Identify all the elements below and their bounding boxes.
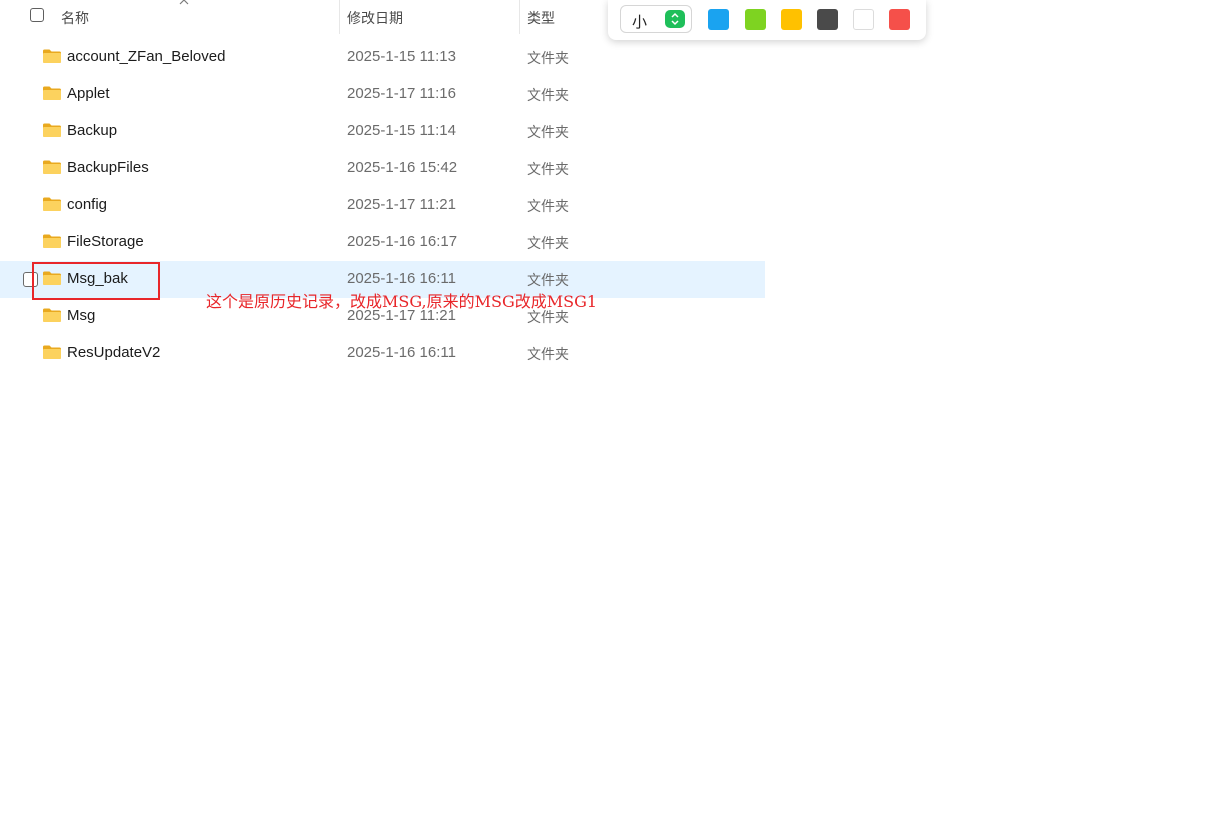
folder-icon	[43, 345, 61, 359]
file-row[interactable]: account_ZFan_Beloved 2025-1-15 11:13 文件夹	[0, 39, 765, 76]
file-row[interactable]: config 2025-1-17 11:21 文件夹	[0, 187, 765, 224]
file-type: 文件夹	[527, 198, 569, 214]
file-date: 2025-1-16 16:17	[347, 233, 458, 250]
file-name[interactable]: config	[67, 196, 107, 213]
annotation-text: 这个是原历史记录，改成MSG,原来的MSG改成MSG1	[206, 292, 598, 311]
folder-icon	[43, 123, 61, 137]
column-header-type[interactable]: 类型	[527, 8, 555, 28]
color-swatch[interactable]	[708, 9, 729, 30]
file-name[interactable]: BackupFiles	[67, 159, 149, 176]
file-name[interactable]: FileStorage	[67, 233, 144, 250]
folder-icon	[43, 49, 61, 63]
color-swatch[interactable]	[745, 9, 766, 30]
file-type: 文件夹	[527, 124, 569, 140]
file-date: 2025-1-15 11:13	[347, 48, 456, 65]
column-divider[interactable]	[519, 0, 520, 34]
annotation-toolbar: 小	[608, 0, 926, 40]
color-swatch[interactable]	[817, 9, 838, 30]
file-date: 2025-1-16 16:11	[347, 344, 456, 361]
file-type: 文件夹	[527, 346, 569, 362]
folder-icon	[43, 234, 61, 248]
column-header-name[interactable]: 名称	[61, 8, 89, 28]
color-swatch[interactable]	[889, 9, 910, 30]
file-date: 2025-1-17 11:16	[347, 85, 456, 102]
file-date: 2025-1-17 11:21	[347, 196, 456, 213]
file-type: 文件夹	[527, 161, 569, 177]
file-date: 2025-1-16 15:42	[347, 159, 458, 176]
file-row[interactable]: Applet 2025-1-17 11:16 文件夹	[0, 76, 765, 113]
file-date: 2025-1-16 16:11	[347, 270, 456, 287]
file-row[interactable]: ResUpdateV2 2025-1-16 16:11 文件夹	[0, 335, 765, 372]
file-name[interactable]: account_ZFan_Beloved	[67, 48, 225, 65]
file-name[interactable]: Backup	[67, 122, 117, 139]
font-size-label: 小	[632, 14, 648, 31]
file-row[interactable]: BackupFiles 2025-1-16 15:42 文件夹	[0, 150, 765, 187]
file-row[interactable]: Backup 2025-1-15 11:14 文件夹	[0, 113, 765, 150]
file-type: 文件夹	[527, 235, 569, 251]
folder-icon	[43, 86, 61, 100]
color-swatch[interactable]	[853, 9, 874, 30]
folder-icon	[43, 197, 61, 211]
column-header-date[interactable]: 修改日期	[347, 8, 403, 28]
file-type: 文件夹	[527, 272, 569, 288]
file-type: 文件夹	[527, 87, 569, 103]
file-row[interactable]: FileStorage 2025-1-16 16:17 文件夹	[0, 224, 765, 261]
file-list: account_ZFan_Beloved 2025-1-15 11:13 文件夹 Ap…	[0, 39, 765, 372]
font-size-select[interactable]: 小	[620, 5, 692, 33]
file-name[interactable]: Msg	[67, 307, 95, 324]
column-divider[interactable]	[339, 0, 340, 34]
file-name[interactable]: Applet	[67, 85, 110, 102]
annotation-box	[32, 262, 160, 300]
color-swatch[interactable]	[781, 9, 802, 30]
sort-up-icon	[179, 0, 189, 5]
folder-icon	[43, 160, 61, 174]
file-date: 2025-1-15 11:14	[347, 122, 456, 139]
updown-icon[interactable]	[665, 10, 685, 28]
select-all-checkbox[interactable]	[30, 8, 44, 22]
file-name[interactable]: ResUpdateV2	[67, 344, 160, 361]
folder-icon	[43, 308, 61, 322]
file-type: 文件夹	[527, 50, 569, 66]
